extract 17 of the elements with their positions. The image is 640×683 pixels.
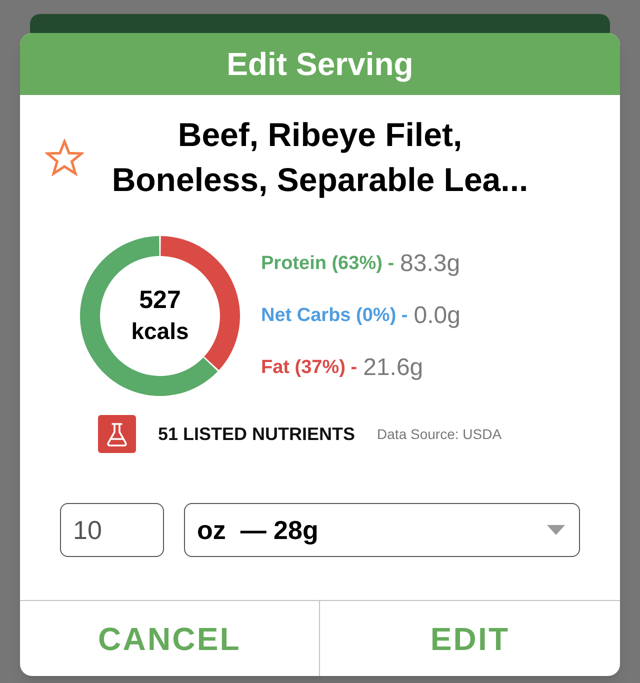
macro-label: Fat (37%) -	[261, 356, 358, 380]
macro-value: 0.0g	[414, 301, 460, 331]
flask-icon[interactable]	[98, 415, 136, 453]
macro-value: 83.3g	[400, 249, 460, 279]
unit-dropdown[interactable]: oz — 28g	[184, 503, 580, 557]
macro-label: Net Carbs (0%) -	[261, 304, 408, 328]
food-name: Beef, Ribeye Filet, Boneless, Separable Lea...	[110, 115, 530, 200]
dialog-title: Edit Serving	[226, 48, 414, 80]
nutrients-count-link[interactable]: 51 LISTED NUTRIENTS	[158, 420, 356, 448]
star-icon[interactable]	[45, 138, 84, 176]
data-source: Data Source: USDA	[377, 424, 502, 444]
quantity-field[interactable]: 10	[60, 503, 164, 557]
caret-icon	[547, 525, 565, 535]
calorie-count: 527	[139, 285, 181, 316]
macro-value: 21.6g	[363, 353, 424, 383]
calorie-unit: kcals	[131, 317, 189, 346]
macro-label: Protein (63%) -	[261, 252, 394, 276]
